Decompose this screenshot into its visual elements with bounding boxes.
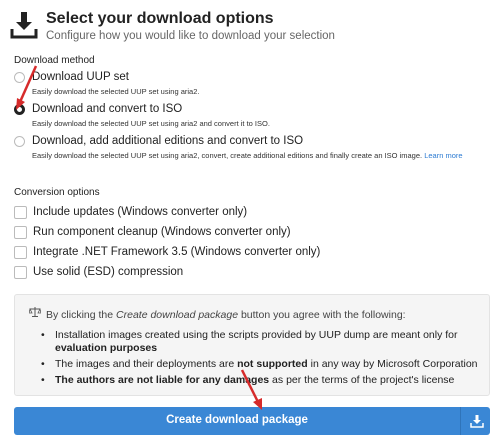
checkbox-solid-esd[interactable]: Use solid (ESD) compression [14, 266, 490, 282]
radio-description-text: Easily download the selected UUP set usi… [32, 151, 423, 160]
checkbox[interactable] [14, 266, 27, 279]
checkbox-label: Integrate .NET Framework 3.5 (Windows co… [33, 246, 321, 258]
notice-item: Installation images created using the sc… [41, 329, 481, 355]
checkbox-label: Run component cleanup (Windows converter… [33, 226, 291, 238]
page-title: Select your download options [46, 10, 274, 27]
download-icon [10, 12, 38, 39]
checkbox[interactable] [14, 226, 27, 239]
notice-item-after: as per the terms of the project's licens… [269, 374, 455, 386]
notice-item-text: Installation images created using the sc… [55, 329, 458, 341]
radio-button[interactable] [14, 136, 25, 147]
notice-item-bold: evaluation purposes [55, 342, 158, 354]
checkbox-label: Use solid (ESD) compression [33, 266, 184, 278]
checkbox-include-updates[interactable]: Include updates (Windows converter only) [14, 206, 490, 222]
checkbox[interactable] [14, 206, 27, 219]
learn-more-link[interactable]: Learn more [424, 151, 462, 160]
page-subtitle: Configure how you would like to download… [46, 30, 335, 42]
radio-label: Download UUP set [32, 71, 129, 83]
checkbox-component-cleanup[interactable]: Run component cleanup (Windows converter… [14, 226, 490, 242]
radio-description: Easily download the selected UUP set usi… [32, 119, 270, 128]
checkbox-integrate-netfx[interactable]: Integrate .NET Framework 3.5 (Windows co… [14, 246, 490, 262]
conversion-options-heading: Conversion options [14, 187, 100, 198]
radio-label: Download, add additional editions and co… [32, 135, 304, 147]
download-icon[interactable] [470, 414, 484, 428]
notice-intro-emph: Create download package [116, 309, 239, 321]
notice-intro-before: By clicking the [46, 309, 117, 321]
radio-description: Easily download the selected UUP set usi… [32, 87, 200, 96]
annotation-arrow-button [240, 369, 262, 410]
page-header: Select your download options Configure h… [10, 8, 490, 48]
checkbox-label: Include updates (Windows converter only) [33, 206, 248, 218]
notice-intro-after: button you agree with the following: [238, 309, 406, 321]
notice-intro: By clicking the Create download package … [29, 306, 406, 321]
create-download-package-label: Create download package [166, 414, 308, 426]
notice-item-after: in any way by Microsoft Corporation [307, 358, 478, 370]
scale-icon [29, 307, 41, 317]
button-divider [460, 407, 461, 435]
notice-item-text: The images and their deployments are [55, 358, 238, 370]
annotation-arrow-radio [16, 65, 38, 110]
radio-description: Easily download the selected UUP set usi… [32, 150, 490, 161]
radio-label: Download and convert to ISO [32, 103, 183, 115]
checkbox[interactable] [14, 246, 27, 259]
